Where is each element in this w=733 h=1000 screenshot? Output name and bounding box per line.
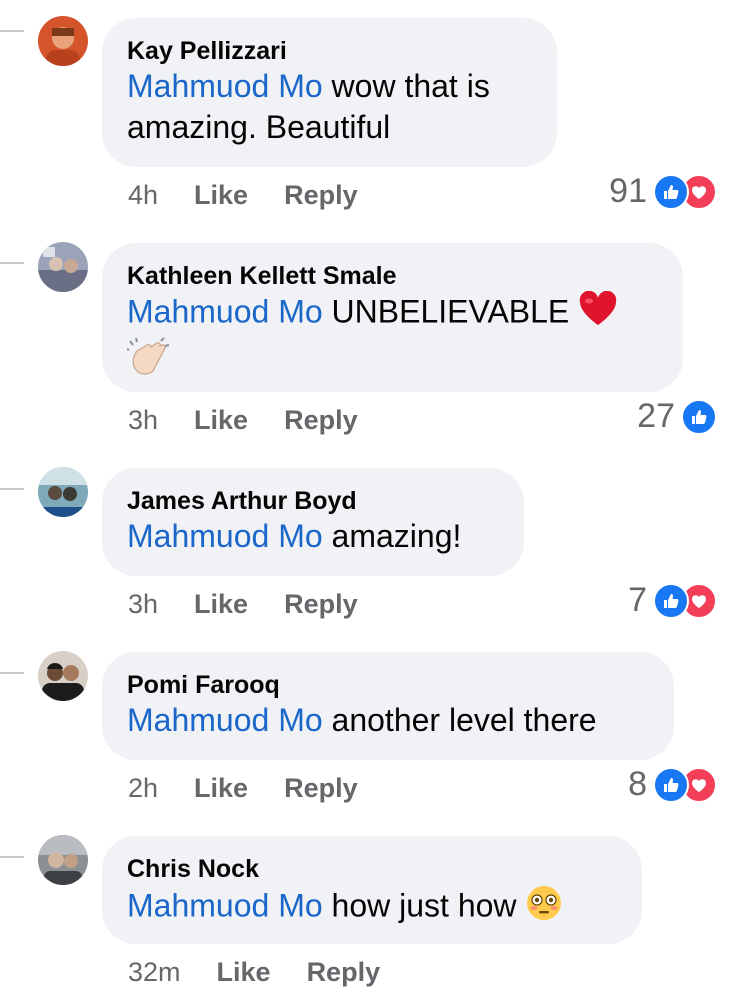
reaction-summary[interactable]: 91 xyxy=(609,172,717,211)
comment-text: Mahmuod Mo UNBELIEVABLE xyxy=(126,290,657,387)
reaction-count: 7 xyxy=(628,581,647,619)
reaction-count: 8 xyxy=(628,765,647,803)
comment-text: Mahmuod Mo another level there xyxy=(127,702,597,738)
like-button[interactable]: Like xyxy=(194,178,248,212)
thread-line xyxy=(0,856,24,878)
reply-button[interactable]: Reply xyxy=(284,403,358,437)
red-heart-emoji xyxy=(578,290,618,337)
comment-text: Mahmuod Mo wow that is amazing. Beautiful xyxy=(127,68,490,145)
comment-author[interactable]: James Arthur Boyd xyxy=(127,486,498,516)
comment-bubble: Pomi Farooq Mahmuod Mo another level the… xyxy=(102,652,674,760)
comment-bubble: James Arthur Boyd Mahmuod Mo amazing! xyxy=(102,468,524,576)
mention-link[interactable]: Mahmuod Mo xyxy=(127,518,323,554)
comment-bubble: Kay Pellizzari Mahmuod Mo wow that is ama… xyxy=(102,18,557,167)
mention-link[interactable]: Mahmuod Mo xyxy=(127,68,323,104)
thread-line xyxy=(0,262,24,284)
comment-time[interactable]: 4h xyxy=(128,178,158,212)
reply-button[interactable]: Reply xyxy=(284,771,358,805)
avatar[interactable] xyxy=(38,651,88,701)
like-button[interactable]: Like xyxy=(194,403,248,437)
reaction-summary[interactable]: 7 xyxy=(628,581,717,620)
avatar[interactable] xyxy=(38,467,88,517)
comment-actions: 32m Like Reply xyxy=(128,955,380,989)
comment-time[interactable]: 3h xyxy=(128,403,158,437)
comment-text: Mahmuod Mo amazing! xyxy=(127,518,462,554)
mention-link[interactable]: Mahmuod Mo xyxy=(127,887,323,923)
thread-line xyxy=(0,672,24,694)
comment-author[interactable]: Pomi Farooq xyxy=(127,670,648,700)
reaction-count: 27 xyxy=(637,397,675,435)
reaction-count: 91 xyxy=(609,172,647,210)
comment-author[interactable]: Chris Nock xyxy=(127,854,616,884)
comment-text: Mahmuod Mo how just how xyxy=(127,884,616,932)
mention-link[interactable]: Mahmuod Mo xyxy=(127,702,323,738)
thread-line xyxy=(0,30,24,52)
reply-button[interactable]: Reply xyxy=(284,587,358,621)
comment-actions: 2h Like Reply xyxy=(128,771,358,805)
avatar[interactable] xyxy=(38,16,88,66)
like-icon xyxy=(681,398,717,435)
like-icon xyxy=(653,766,689,803)
reply-button[interactable]: Reply xyxy=(284,178,358,212)
mention-link[interactable]: Mahmuod Mo xyxy=(127,293,323,329)
clapping-hands-emoji xyxy=(126,337,171,387)
comment-actions: 3h Like Reply xyxy=(128,587,358,621)
like-button[interactable]: Like xyxy=(217,955,271,989)
comment-bubble: Chris Nock Mahmuod Mo how just how xyxy=(102,836,642,944)
avatar[interactable] xyxy=(38,835,88,885)
reply-button[interactable]: Reply xyxy=(307,955,381,989)
comment-actions: 4h Like Reply xyxy=(128,178,358,212)
like-icon xyxy=(653,582,689,619)
reaction-summary[interactable]: 27 xyxy=(637,397,717,436)
reaction-summary[interactable]: 8 xyxy=(628,765,717,804)
comment-time[interactable]: 32m xyxy=(128,955,181,989)
comment-author[interactable]: Kay Pellizzari xyxy=(127,36,531,66)
comment-time[interactable]: 2h xyxy=(128,771,158,805)
comment-actions: 3h Like Reply xyxy=(128,403,358,437)
comment-time[interactable]: 3h xyxy=(128,587,158,621)
thread-line xyxy=(0,488,24,510)
comment-author[interactable]: Kathleen Kellett Smale xyxy=(127,261,657,291)
like-button[interactable]: Like xyxy=(194,771,248,805)
like-icon xyxy=(653,173,689,210)
like-button[interactable]: Like xyxy=(194,587,248,621)
comment-bubble: Kathleen Kellett Smale Mahmuod Mo UNBELI… xyxy=(102,243,683,392)
flushed-face-emoji xyxy=(525,884,563,932)
avatar[interactable] xyxy=(38,242,88,292)
